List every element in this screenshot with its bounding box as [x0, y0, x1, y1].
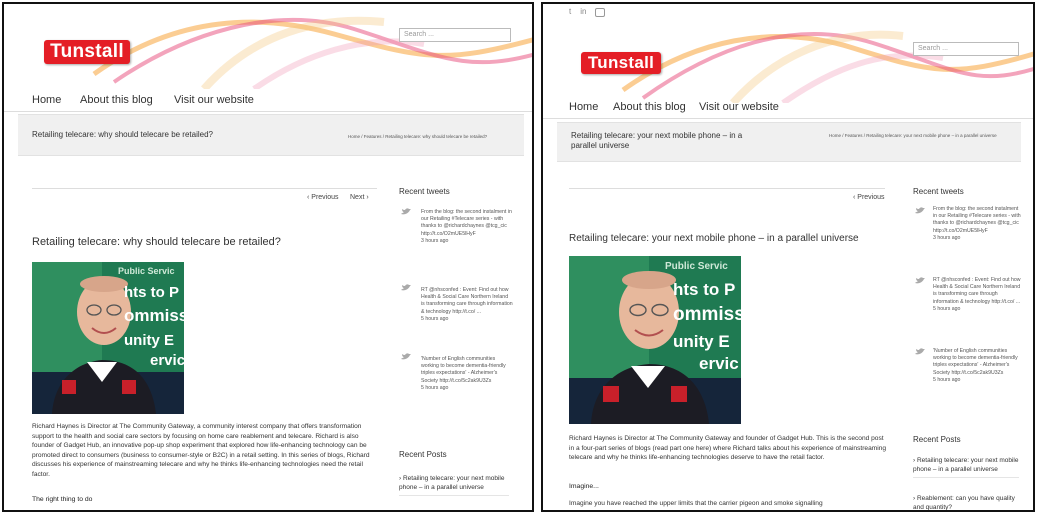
page-title: Retailing telecare: why should telecare … [32, 130, 213, 139]
tunstall-logo[interactable]: Tunstall [44, 40, 130, 64]
tweet-item: 'Number of English communities working t… [421, 356, 513, 392]
main-nav: Home About this blog Visit our website [543, 97, 1033, 119]
right-browser-panel: t in Tunstall Search ... Home About this… [541, 2, 1035, 512]
post-title: Retailing telecare: why should telecare … [32, 236, 281, 248]
post-body: Richard Haynes is Director at The Commun… [32, 423, 370, 478]
tweet-text[interactable]: From the blog: the second instalment in … [933, 206, 1021, 234]
photo-banner-text-4: unity E [673, 332, 730, 351]
post-navigation: ‹ Previous Next › [32, 188, 377, 204]
tweet-item: From the blog: the second instalment in … [933, 206, 1021, 242]
nav-visit-our-website[interactable]: Visit our website [174, 94, 254, 106]
post-body-continued: Imagine you have reached the upper limit… [569, 500, 823, 507]
post-title: Retailing telecare: your next mobile pho… [569, 233, 859, 244]
twitter-icon[interactable]: t [569, 7, 571, 16]
recent-posts-heading: Recent Posts [399, 450, 447, 459]
left-browser-panel: Tunstall Search ... Home About this blog… [2, 2, 534, 512]
nav-home[interactable]: Home [32, 94, 61, 106]
tweet-time[interactable]: 5 hours ago [421, 385, 448, 391]
page-title-bar: Retailing telecare: your next mobile pho… [557, 122, 1021, 162]
search-input[interactable]: Search ... [913, 42, 1019, 56]
twitter-bird-icon [401, 284, 411, 291]
next-post-link[interactable]: Next › [350, 194, 369, 201]
page-title: Retailing telecare: your next mobile pho… [571, 131, 743, 150]
social-links: t in [569, 7, 606, 17]
twitter-bird-icon [915, 348, 925, 355]
breadcrumb[interactable]: Home / Features / Retailing telecare: yo… [829, 133, 997, 138]
twitter-bird-icon [401, 208, 411, 215]
photo-banner-text-3: ommiss [124, 306, 184, 325]
previous-post-link[interactable]: ‹ Previous [307, 194, 339, 201]
post-navigation: ‹ Previous [569, 188, 885, 204]
linkedin-icon[interactable]: in [580, 7, 586, 16]
tweet-time[interactable]: 5 hours ago [933, 377, 960, 383]
tweet-item: RT @nhsconfed : Event: Find out how Heal… [421, 287, 513, 323]
nav-visit-our-website[interactable]: Visit our website [699, 101, 779, 113]
recent-tweets-heading: Recent tweets [913, 187, 964, 196]
tweet-time[interactable]: 5 hours ago [421, 316, 448, 322]
search-input[interactable]: Search ... [399, 28, 511, 42]
recent-posts-heading: Recent Posts [913, 435, 961, 444]
tweet-text[interactable]: 'Number of English communities working t… [421, 356, 506, 384]
tweet-text[interactable]: From the blog: the second instalment in … [421, 209, 512, 237]
recent-post-link[interactable]: › Retailing telecare: your next mobile p… [913, 456, 1019, 478]
tweet-text[interactable]: RT @nhsconfed : Event: Find out how Heal… [421, 287, 513, 315]
header-banner: Tunstall Search ... [543, 18, 1033, 103]
tweet-text[interactable]: 'Number of English communities working t… [933, 348, 1018, 376]
author-photo: Public Servic hts to P ommiss unity E er… [32, 262, 184, 414]
tunstall-logo[interactable]: Tunstall [581, 52, 661, 74]
nav-about-this-blog[interactable]: About this blog [613, 101, 686, 113]
tweet-item: 'Number of English communities working t… [933, 348, 1021, 384]
header-banner: Tunstall Search ... [4, 4, 532, 89]
page-title-bar: Retailing telecare: why should telecare … [18, 114, 524, 156]
twitter-bird-icon [401, 353, 411, 360]
tweet-time[interactable]: 5 hours ago [933, 306, 960, 312]
photo-banner-text-1: Public Servic [665, 261, 728, 272]
tweet-time[interactable]: 3 hours ago [933, 235, 960, 241]
previous-post-link[interactable]: ‹ Previous [853, 194, 885, 201]
photo-banner-text-2: hts to P [124, 284, 179, 301]
recent-post-link[interactable]: › Retailing telecare: your next mobile p… [399, 474, 509, 496]
breadcrumb[interactable]: Home / Features / Retailing telecare: wh… [348, 134, 487, 139]
recent-post-link[interactable]: › Reablement: can you have quality and q… [913, 494, 1019, 510]
twitter-bird-icon [915, 277, 925, 284]
photo-banner-text-5: ervic [150, 352, 184, 369]
photo-banner-text-1: Public Servic [118, 266, 175, 276]
recent-tweets-heading: Recent tweets [399, 187, 450, 196]
photo-banner-text-2: hts to P [673, 280, 736, 299]
photo-banner-text-5: ervic [699, 354, 739, 373]
photo-banner-text-4: unity E [124, 332, 175, 349]
post-subheading: Imagine... [569, 483, 599, 490]
tweet-item: RT @nhsconfed : Event: Find out how Heal… [933, 277, 1021, 313]
post-body: Richard Haynes is Director at The Commun… [569, 435, 887, 462]
tweet-item: From the blog: the second instalment in … [421, 209, 513, 245]
nav-home[interactable]: Home [569, 101, 598, 113]
nav-about-this-blog[interactable]: About this blog [80, 94, 153, 106]
main-nav: Home About this blog Visit our website [4, 90, 532, 112]
photo-banner-text-3: ommiss [673, 304, 741, 325]
twitter-bird-icon [915, 207, 925, 214]
youtube-icon[interactable] [595, 8, 606, 17]
tweet-time[interactable]: 3 hours ago [421, 238, 448, 244]
post-subheading: The right thing to do [32, 496, 93, 503]
tweet-text[interactable]: RT @nhsconfed : Event: Find out how Heal… [933, 277, 1021, 305]
author-photo: Public Servic hts to P ommiss unity E er… [569, 256, 741, 424]
